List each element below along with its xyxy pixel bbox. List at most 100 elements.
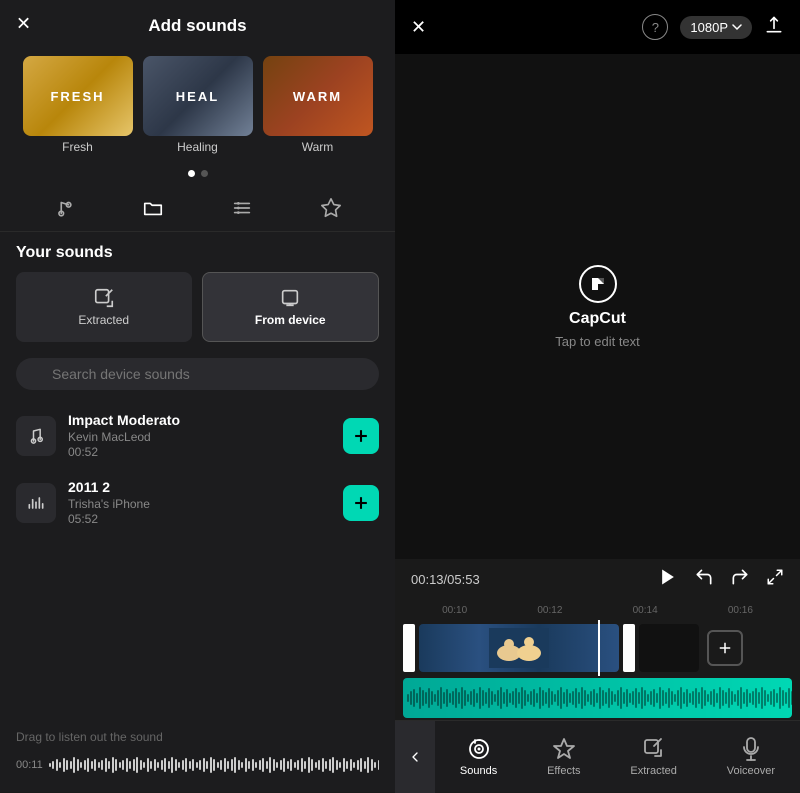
right-close-button[interactable]: ✕ — [411, 17, 426, 38]
ruler-mark-1: 00:10 — [407, 605, 502, 616]
track-name-1: Impact Moderato — [68, 412, 331, 428]
extracted-label: Extracted — [78, 313, 129, 327]
tap-to-edit[interactable]: Tap to edit text — [555, 334, 640, 349]
bottom-toolbar: Sounds Effects Extracted — [395, 720, 800, 792]
help-button[interactable]: ? — [642, 14, 668, 40]
ruler-mark-2: 00:12 — [502, 605, 597, 616]
timeline-controls: 00:13/05:53 — [395, 559, 800, 600]
left-close-button[interactable]: ✕ — [16, 14, 31, 35]
capcut-logo: CapCut Tap to edit text — [555, 264, 640, 349]
tab-list[interactable] — [221, 193, 263, 223]
track-icon-bars — [16, 483, 56, 523]
toolbar-voiceover[interactable]: Voiceover — [719, 733, 783, 781]
waveform-bars[interactable] — [49, 750, 379, 780]
playback-controls — [658, 567, 784, 592]
theme-card-warm[interactable]: WARM Warm — [263, 56, 373, 154]
ruler-mark-3: 00:14 — [598, 605, 693, 616]
clip-handle-left[interactable] — [403, 624, 415, 672]
add-track-2-button[interactable] — [343, 485, 379, 521]
left-panel: ✕ Add sounds FRESH Fresh HEAL Healing WA… — [0, 0, 395, 792]
track-item-2[interactable]: 2011 2 Trisha's iPhone 05:52 — [16, 469, 379, 536]
redo-button[interactable] — [730, 567, 750, 592]
tab-favorites[interactable] — [310, 193, 352, 223]
toolbar-extracted[interactable]: Extracted — [622, 733, 684, 781]
capcut-logo-icon — [578, 264, 618, 304]
track-artist-2: Trisha's iPhone — [68, 497, 331, 511]
search-row: 🔍 — [0, 350, 395, 398]
your-sounds-title: Your sounds — [16, 244, 379, 262]
warm-card-bg: WARM — [263, 56, 373, 136]
right-panel: ✕ ? 1080P CapCut Tap — [395, 0, 800, 792]
undo-button[interactable] — [694, 567, 714, 592]
tab-tiktok[interactable] — [43, 193, 85, 223]
track-duration-1: 00:52 — [68, 445, 331, 459]
add-track-1-button[interactable] — [343, 418, 379, 454]
star-icon — [320, 197, 342, 219]
folder-icon — [142, 197, 164, 219]
audio-track-row[interactable] — [403, 678, 792, 718]
toolbar-items: Sounds Effects Extracted — [435, 733, 800, 781]
plus-clip-icon — [716, 639, 734, 657]
extracted-toolbar-label: Extracted — [630, 765, 676, 777]
search-wrapper: 🔍 — [16, 358, 379, 390]
expand-icon — [766, 568, 784, 586]
toolbar-sounds[interactable]: Sounds — [452, 733, 505, 781]
waveform-time: 00:11 — [16, 759, 43, 771]
back-arrow-icon — [407, 749, 423, 765]
tab-folder[interactable] — [132, 193, 174, 223]
healing-label: Healing — [143, 140, 253, 154]
people-silhouette — [489, 628, 549, 668]
add-clip-button[interactable] — [707, 630, 743, 666]
source-from-device[interactable]: From device — [202, 272, 380, 342]
toolbar-back-button[interactable] — [395, 721, 435, 793]
track-name-2: 2011 2 — [68, 479, 331, 495]
source-extracted[interactable]: Extracted — [16, 272, 192, 342]
track-info-1: Impact Moderato Kevin MacLeod 00:52 — [68, 412, 331, 459]
fresh-card-bg: FRESH — [23, 56, 133, 136]
sounds-icon — [467, 737, 491, 761]
from-device-label: From device — [255, 313, 326, 327]
right-header-actions: ? 1080P — [642, 14, 784, 40]
waveform-row: 00:11 — [0, 748, 395, 792]
ruler-mark-4: 00:16 — [693, 605, 788, 616]
track-duration-2: 05:52 — [68, 512, 331, 526]
left-panel-title: Add sounds — [148, 16, 246, 36]
expand-button[interactable] — [766, 568, 784, 591]
playhead — [598, 620, 600, 676]
extracted-icon — [93, 287, 115, 309]
device-icon — [279, 287, 301, 309]
theme-cards-row: FRESH Fresh HEAL Healing WARM Warm — [0, 48, 395, 162]
upload-button[interactable] — [764, 15, 784, 40]
play-icon — [658, 567, 678, 587]
resolution-label: 1080P — [690, 20, 728, 35]
search-input[interactable] — [16, 358, 379, 390]
dot-1[interactable] — [188, 170, 195, 177]
source-cards: Extracted From device — [16, 272, 379, 342]
right-header: ✕ ? 1080P — [395, 0, 800, 54]
track-artist-1: Kevin MacLeod — [68, 430, 331, 444]
toolbar-effects[interactable]: Effects — [539, 733, 588, 781]
track-icon-music — [16, 416, 56, 456]
theme-card-healing[interactable]: HEAL Healing — [143, 56, 253, 154]
plus-icon-1 — [351, 426, 371, 446]
video-clip[interactable] — [419, 624, 619, 672]
time-display: 00:13/05:53 — [411, 572, 480, 587]
extracted-toolbar-icon — [642, 737, 666, 761]
tiktok-icon — [53, 197, 75, 219]
pagination-dots — [0, 162, 395, 185]
music-note-icon — [26, 426, 46, 446]
track-item-1[interactable]: Impact Moderato Kevin MacLeod 00:52 — [16, 402, 379, 469]
track-info-2: 2011 2 Trisha's iPhone 05:52 — [68, 479, 331, 526]
fresh-label: Fresh — [23, 140, 133, 154]
clip-handle-right[interactable] — [623, 624, 635, 672]
dot-2[interactable] — [201, 170, 208, 177]
healing-card-bg: HEAL — [143, 56, 253, 136]
resolution-button[interactable]: 1080P — [680, 16, 752, 39]
chevron-down-icon — [732, 22, 742, 32]
redo-icon — [730, 567, 750, 587]
effects-label: Effects — [547, 765, 580, 777]
preview-canvas: CapCut Tap to edit text — [395, 54, 800, 559]
play-button[interactable] — [658, 567, 678, 592]
theme-card-fresh[interactable]: FRESH Fresh — [23, 56, 133, 154]
track-list: Impact Moderato Kevin MacLeod 00:52 — [0, 398, 395, 724]
